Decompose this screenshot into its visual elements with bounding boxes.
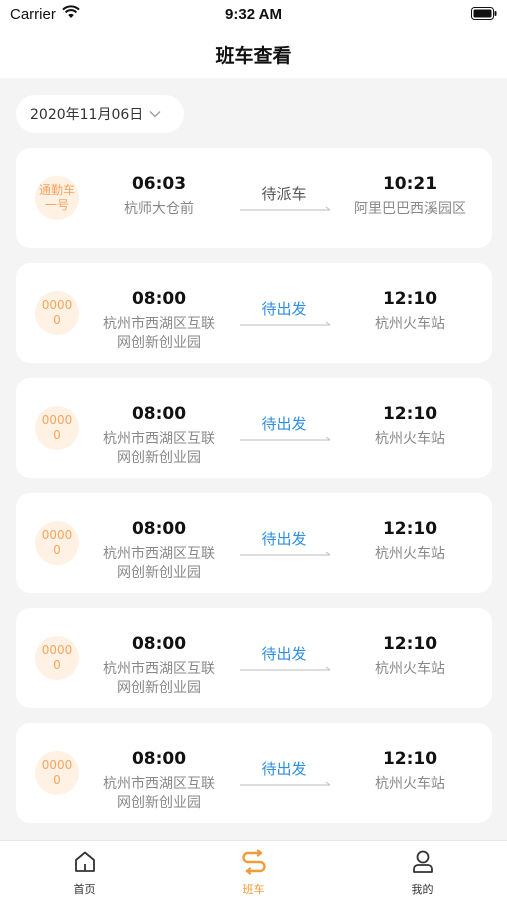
arrival-time: 12:10 [382, 404, 438, 424]
arrival-time: 12:10 [382, 289, 438, 309]
profile-icon [413, 850, 433, 873]
tab-mine-label: 我的 [411, 883, 434, 896]
status-time: 9:32 AM [225, 6, 282, 23]
route-arrow-icon [240, 321, 331, 326]
home-icon [75, 851, 95, 872]
trip-card[interactable]: 通勤车一号 06:03 杭师大仓前 待派车 10:21 阿里巴巴西溪园区 [16, 148, 492, 248]
trip-status: 待出发 [261, 760, 307, 778]
departure-place: 杭州市西湖区互联网创新创业园 [103, 661, 215, 696]
vehicle-badge: 00000 [35, 751, 79, 795]
route-arrow-icon [240, 781, 331, 786]
vehicle-badge: 00000 [35, 291, 79, 335]
tab-bus-label: 班车 [242, 883, 265, 896]
trip-status: 待出发 [261, 530, 307, 548]
tab-bar: 首页 班车 我的 [0, 840, 507, 900]
tab-home-label: 首页 [73, 883, 96, 896]
tab-home[interactable]: 首页 [0, 841, 169, 900]
departure-place: 杭州市西湖区互联网创新创业园 [103, 431, 215, 466]
route-arrow-icon [240, 666, 331, 671]
arrival-time: 10:21 [382, 174, 438, 194]
page-title: 班车查看 [215, 45, 292, 67]
vehicle-badge: 通勤车一号 [35, 176, 79, 220]
departure-place: 杭州市西湖区互联网创新创业园 [103, 316, 215, 351]
arrival-place: 杭州火车站 [375, 776, 445, 792]
departure-place: 杭州市西湖区互联网创新创业园 [103, 776, 215, 811]
departure-time: 08:00 [131, 634, 187, 654]
arrival-place: 阿里巴巴西溪园区 [354, 201, 466, 217]
battery-icon [471, 7, 497, 20]
trip-card[interactable]: 00000 08:00 杭州市西湖区互联网创新创业园 待出发 12:10 杭州火车站 [16, 493, 492, 593]
departure-time: 06:03 [131, 174, 187, 194]
departure-place: 杭州市西湖区互联网创新创业园 [103, 546, 215, 581]
arrival-time: 12:10 [382, 749, 438, 769]
trip-card[interactable]: 00000 08:00 杭州市西湖区互联网创新创业园 待出发 12:10 杭州火车站 [16, 608, 492, 708]
status-bar: Carrier 9:32 AM [0, 0, 507, 30]
arrival-place: 杭州火车站 [375, 316, 445, 332]
date-picker[interactable]: 2020年11月06日 [16, 95, 184, 133]
route-icon [242, 849, 266, 875]
arrival-place: 杭州火车站 [375, 546, 445, 562]
trip-status: 待出发 [261, 645, 307, 663]
vehicle-badge: 00000 [35, 636, 79, 680]
arrival-time: 12:10 [382, 634, 438, 654]
departure-time: 08:00 [131, 289, 187, 309]
arrival-time: 12:10 [382, 519, 438, 539]
route-arrow-icon [240, 551, 331, 556]
route-arrow-icon [240, 206, 331, 211]
departure-time: 08:00 [131, 404, 187, 424]
departure-place: 杭师大仓前 [124, 201, 194, 217]
trip-status: 待出发 [261, 300, 307, 318]
vehicle-badge: 00000 [35, 406, 79, 450]
nav-bar: 班车查看 [0, 30, 507, 78]
trip-status: 待出发 [261, 415, 307, 433]
departure-time: 08:00 [131, 749, 187, 769]
arrival-place: 杭州火车站 [375, 661, 445, 677]
trip-card[interactable]: 00000 08:00 杭州市西湖区互联网创新创业园 待出发 12:10 杭州火车站 [16, 263, 492, 363]
trip-card[interactable]: 00000 08:00 杭州市西湖区互联网创新创业园 待出发 12:10 杭州火车站 [16, 723, 492, 823]
departure-time: 08:00 [131, 519, 187, 539]
route-arrow-icon [240, 436, 331, 441]
tab-mine[interactable]: 我的 [338, 841, 507, 900]
date-value: 2020年11月06日 [30, 107, 144, 123]
vehicle-badge: 00000 [35, 521, 79, 565]
tab-bus[interactable]: 班车 [169, 841, 338, 900]
trip-status: 待派车 [261, 185, 307, 203]
chevron-down-icon [149, 111, 161, 118]
arrival-place: 杭州火车站 [375, 431, 445, 447]
trip-card[interactable]: 00000 08:00 杭州市西湖区互联网创新创业园 待出发 12:10 杭州火车站 [16, 378, 492, 478]
